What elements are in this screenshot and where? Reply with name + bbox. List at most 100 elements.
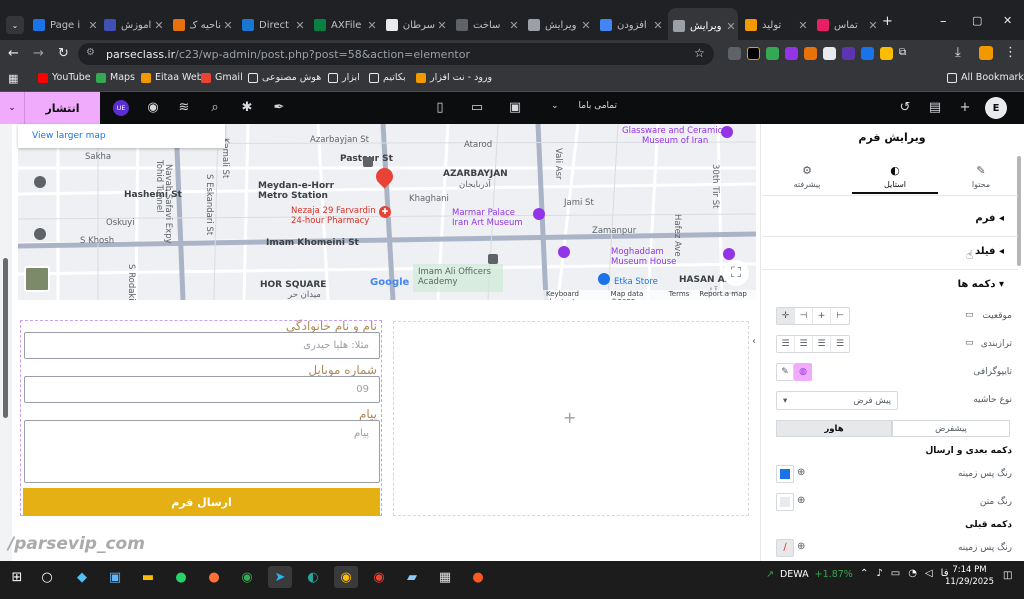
terms-link[interactable]: Terms <box>669 290 690 300</box>
search-icon[interactable]: ○ <box>35 566 59 588</box>
file-explorer-icon[interactable]: ▬ <box>136 566 160 588</box>
network-icon[interactable]: ◔ <box>908 568 917 579</box>
chrome-icon[interactable]: ◉ <box>235 566 259 588</box>
new-tab-button[interactable]: + <box>882 14 893 29</box>
browser-tab[interactable]: افزودن ✕ <box>595 12 665 38</box>
taskbar-app-icon[interactable]: ▣ <box>103 566 127 588</box>
close-tab-icon[interactable]: ✕ <box>86 19 100 32</box>
structure-layers-icon[interactable]: ≋ <box>175 100 193 115</box>
message-textarea[interactable]: پیام <box>24 420 380 483</box>
start-icon[interactable]: ⊞ <box>5 566 29 588</box>
panel-collapse-icon[interactable]: ‹ <box>752 336 756 347</box>
close-window-button[interactable]: ✕ <box>1003 14 1012 27</box>
canvas-scrollbar-thumb[interactable] <box>3 258 8 418</box>
submit-button[interactable]: ارسال فرم <box>23 488 380 516</box>
tab-style[interactable]: ◐ استایل <box>852 164 938 194</box>
bookmark-item[interactable]: Gmail <box>201 72 243 83</box>
section-buttons[interactable]: دکمه ها ▾ <box>762 269 1018 303</box>
history-icon[interactable]: ↺ <box>896 100 914 115</box>
browser-tab[interactable]: Direct ✕ <box>237 12 307 38</box>
chrome-icon[interactable]: ◉ <box>334 566 358 588</box>
globe-icon[interactable]: ⊕ <box>797 467 805 478</box>
responsive-desktop-icon[interactable]: ▭ <box>965 338 974 348</box>
extension-icon[interactable] <box>766 47 779 60</box>
site-info-icon[interactable]: ⚙ <box>86 47 95 58</box>
align-option[interactable]: ☰ <box>813 336 831 352</box>
browser-menu-icon[interactable]: ⋮ <box>1004 45 1017 60</box>
browser-tab[interactable]: AXFile ✕ <box>309 12 379 38</box>
extension-icon[interactable] <box>880 47 893 60</box>
close-tab-icon[interactable]: ✕ <box>579 19 593 32</box>
align-option[interactable]: ☰ <box>795 336 813 352</box>
close-tab-icon[interactable]: ✕ <box>507 19 521 32</box>
browser-tab[interactable]: ویرایش ✕ <box>668 8 738 44</box>
notification-icon[interactable]: ◫ <box>1003 570 1012 581</box>
keyboard-shortcuts-link[interactable]: Keyboard shortcuts <box>546 290 601 300</box>
name-input[interactable]: مثلا: هلیا حیدری <box>24 332 380 359</box>
preview-eye-icon[interactable]: ◉ <box>144 100 162 115</box>
user-badge[interactable]: UE <box>113 100 129 116</box>
metro-icon[interactable] <box>34 176 46 188</box>
bookmark-item[interactable]: YouTube <box>38 72 91 83</box>
taskbar-app-icon[interactable]: ● <box>466 566 490 588</box>
all-bookmarks[interactable]: All Bookmarks <box>947 72 1024 83</box>
taskbar-app-icon[interactable]: ◆ <box>70 566 94 588</box>
publish-button[interactable]: انتشار <box>25 92 100 124</box>
store-icon[interactable] <box>598 273 610 285</box>
phone-input[interactable]: 09 <box>24 376 380 403</box>
close-tab-icon[interactable]: ✕ <box>152 19 166 32</box>
tab-search-button[interactable]: ⌄ <box>6 16 24 34</box>
stock-widget[interactable]: ↗ DEWA +1.87% <box>766 569 853 580</box>
close-tab-icon[interactable]: ✕ <box>365 19 379 32</box>
close-tab-icon[interactable]: ✕ <box>435 19 449 32</box>
extension-icon[interactable] <box>747 47 760 60</box>
back-icon[interactable]: ← <box>8 46 19 61</box>
bookmark-item[interactable]: بکاتیم <box>369 72 406 83</box>
text-color-swatch[interactable] <box>776 493 794 511</box>
maximize-button[interactable]: ▢ <box>972 14 982 27</box>
museum-icon[interactable] <box>533 208 545 220</box>
globe-icon[interactable]: ◍ <box>794 363 812 381</box>
satellite-toggle[interactable] <box>24 266 50 292</box>
fullscreen-icon[interactable]: ⛶ <box>723 260 749 286</box>
forward-icon[interactable]: → <box>33 46 44 61</box>
browser-tab[interactable]: Page i ✕ <box>28 12 100 38</box>
reload-icon[interactable]: ↻ <box>58 46 69 61</box>
desktop-device-icon[interactable]: ▣ <box>506 100 524 115</box>
bookmark-item[interactable]: ابزار <box>328 72 360 83</box>
microphone-icon[interactable]: ♪ <box>876 568 882 579</box>
search-icon[interactable]: ⌕ <box>206 100 224 115</box>
browser-tab[interactable]: تولید ✕ <box>740 12 810 38</box>
profile-avatar[interactable] <box>979 46 993 60</box>
metro-icon[interactable] <box>34 228 46 240</box>
section-form[interactable]: فرم ◂ <box>762 203 1018 237</box>
apps-grid-icon[interactable]: ▦ <box>8 72 18 85</box>
extension-icon[interactable] <box>842 47 855 60</box>
bookmark-star-icon[interactable]: ☆ <box>694 46 705 60</box>
whatsapp-icon[interactable]: ● <box>169 566 193 588</box>
align-option[interactable]: ☰ <box>777 336 795 352</box>
view-larger-map-link[interactable]: View larger map <box>18 124 225 148</box>
metro-icon[interactable] <box>488 254 498 264</box>
museum-icon[interactable] <box>721 126 733 138</box>
minimize-button[interactable]: – <box>940 14 947 29</box>
finder-icon[interactable]: ▤ <box>926 100 944 115</box>
browser-tab[interactable]: ویرایش ✕ <box>523 12 593 38</box>
chevron-up-icon[interactable]: ⌃ <box>860 568 868 579</box>
taskbar-app-icon[interactable]: ▰ <box>400 566 424 588</box>
globe-icon[interactable]: ⊕ <box>797 495 805 506</box>
position-option[interactable]: ⊣ <box>795 308 813 324</box>
extension-icon[interactable] <box>785 47 798 60</box>
chrome-icon[interactable]: ◉ <box>367 566 391 588</box>
telegram-icon[interactable]: ➤ <box>268 566 292 588</box>
extension-icon[interactable] <box>823 47 836 60</box>
add-element-icon[interactable]: + <box>956 100 974 115</box>
address-bar[interactable]: parseclass.ir/c23/wp-admin/post.php?post… <box>78 43 714 65</box>
browser-tab[interactable]: ناحیه ک ✕ <box>168 12 235 38</box>
calculator-icon[interactable]: ▦ <box>433 566 457 588</box>
google-map[interactable]: Sakha Hashemi St Oskuyi S Khosh Tohid Tunnel… <box>18 124 756 300</box>
publish-dropdown-button[interactable]: ⌄ <box>0 92 25 124</box>
extension-icon[interactable] <box>804 47 817 60</box>
museum-icon[interactable] <box>723 248 735 260</box>
integrations-icon[interactable]: ✒ <box>270 100 288 115</box>
